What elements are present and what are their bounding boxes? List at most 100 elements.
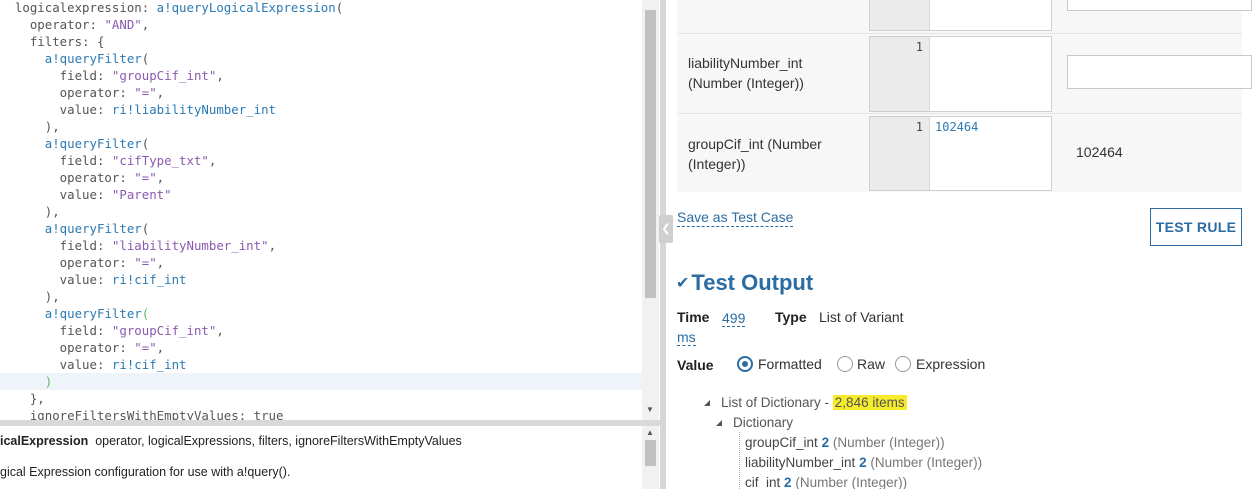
code-line[interactable]: operator: "=", xyxy=(0,169,642,186)
radio-expression[interactable] xyxy=(895,356,911,372)
code-token: field: xyxy=(0,68,112,83)
code-token: a!queryFilter xyxy=(44,306,142,321)
code-token: , xyxy=(156,85,165,100)
value-field-partial[interactable] xyxy=(1067,0,1252,11)
code-line[interactable]: ), xyxy=(0,203,642,220)
evaluated-value: 102464 xyxy=(1076,144,1123,160)
code-line[interactable]: value: "Parent" xyxy=(0,186,642,203)
doc-scrollbar-thumb[interactable] xyxy=(645,440,656,466)
tree-child-label[interactable]: Dictionary xyxy=(733,415,793,430)
test-output-header[interactable]: ✔Test Output xyxy=(676,270,813,296)
code-line[interactable]: ) xyxy=(0,373,642,390)
tree-field-name: liabilityNumber_int xyxy=(745,455,856,470)
time-unit[interactable]: ms xyxy=(677,328,696,347)
radio-formatted-label[interactable]: Formatted xyxy=(758,356,822,372)
code-line[interactable]: logicalexpression: a!queryLogicalExpress… xyxy=(0,0,642,16)
code-line[interactable]: operator: "AND", xyxy=(0,16,642,33)
code-token: "AND" xyxy=(104,17,142,32)
code-line[interactable]: ), xyxy=(0,288,642,305)
chevron-down-icon[interactable]: ✔ xyxy=(676,273,689,293)
scroll-up-icon[interactable]: ▲ xyxy=(646,428,654,437)
code-token: , xyxy=(156,255,165,270)
expression-box[interactable]: 1 xyxy=(869,36,1052,112)
code-line[interactable]: operator: "=", xyxy=(0,254,642,271)
editor-scrollbar-thumb[interactable] xyxy=(645,10,656,298)
code-line[interactable]: field: "groupCif_int", xyxy=(0,67,642,84)
tree-field-item: groupCif_int 2 (Number (Integer)) xyxy=(745,435,945,450)
code-token: ignoreFiltersWithEmptyValues: true xyxy=(0,408,284,420)
code-token: filters: { xyxy=(0,34,105,49)
function-documentation: icalExpression operator, logicalExpressi… xyxy=(0,426,642,489)
type-value: List of Variant xyxy=(819,309,904,325)
code-line[interactable]: a!queryFilter( xyxy=(0,305,642,322)
code-line[interactable]: value: ri!cif_int xyxy=(0,271,642,288)
tree-collapse-icon[interactable] xyxy=(716,420,722,426)
function-signature: icalExpression operator, logicalExpressi… xyxy=(0,434,462,448)
code-token: , xyxy=(208,153,217,168)
code-line[interactable]: value: ri!cif_int xyxy=(0,356,642,373)
value-label: Value xyxy=(677,357,714,373)
code-token: operator: xyxy=(0,85,135,100)
code-token: operator: xyxy=(0,17,105,32)
code-line[interactable]: filters: { xyxy=(0,33,642,50)
tree-root[interactable]: List of Dictionary - 2,846 items xyxy=(721,395,907,410)
scroll-down-icon[interactable]: ▼ xyxy=(646,405,654,414)
doc-scrollbar[interactable]: ▲ xyxy=(642,426,659,489)
line-number: 1 xyxy=(915,40,923,54)
time-label: Time xyxy=(677,309,710,325)
editor-scrollbar[interactable]: ▼ xyxy=(642,0,659,420)
expression-box-partial[interactable] xyxy=(869,0,1052,31)
code-token: logicalexpression: xyxy=(0,0,157,15)
code-token: }, xyxy=(0,391,45,406)
radio-formatted[interactable] xyxy=(737,356,753,372)
code-token: ( xyxy=(141,136,150,151)
tree-guide-line xyxy=(739,432,740,489)
code-token: , xyxy=(268,238,277,253)
time-value[interactable]: 499 xyxy=(722,309,746,328)
code-line[interactable]: field: "cifType_txt", xyxy=(0,152,642,169)
code-line[interactable]: field: "groupCif_int", xyxy=(0,322,642,339)
code-line[interactable]: value: ri!liabilityNumber_int xyxy=(0,101,642,118)
time-unit-text[interactable]: ms xyxy=(677,329,696,346)
radio-expression-label[interactable]: Expression xyxy=(916,356,985,372)
code-line[interactable]: operator: "=", xyxy=(0,84,642,101)
line-gutter: 1 xyxy=(870,37,930,111)
time-value-number[interactable]: 499 xyxy=(722,310,746,327)
code-token: "=" xyxy=(134,340,157,355)
radio-raw-label[interactable]: Raw xyxy=(857,356,885,372)
save-test-case-link[interactable]: Save as Test Case xyxy=(677,208,794,227)
code-token: a!queryFilter xyxy=(44,221,142,236)
test-output-title: Test Output xyxy=(691,270,814,295)
expression-code: 102464 xyxy=(935,120,979,134)
code-token: value: xyxy=(0,102,112,117)
code-line[interactable]: ignoreFiltersWithEmptyValues: true xyxy=(0,407,642,420)
function-description: gical Expression configuration for use w… xyxy=(0,465,291,479)
code-token: operator: xyxy=(0,255,135,270)
tree-field-value: 2 xyxy=(821,435,830,450)
code-token: , xyxy=(141,17,150,32)
tree-collapse-icon[interactable] xyxy=(704,400,710,406)
code-token: value: xyxy=(0,272,112,287)
code-line[interactable]: operator: "=", xyxy=(0,339,642,356)
code-token: operator: xyxy=(0,340,135,355)
radio-raw[interactable] xyxy=(837,356,853,372)
test-rule-button[interactable]: TEST RULE xyxy=(1150,208,1242,246)
code-line[interactable]: a!queryFilter( xyxy=(0,50,642,67)
tree-field-item: cif_int 2 (Number (Integer)) xyxy=(745,475,907,489)
code-line[interactable]: a!queryFilter( xyxy=(0,220,642,237)
code-line[interactable]: field: "liabilityNumber_int", xyxy=(0,237,642,254)
code-token: a!queryFilter xyxy=(44,51,142,66)
code-line[interactable]: }, xyxy=(0,390,642,407)
expression-editor[interactable]: logicalexpression: a!queryLogicalExpress… xyxy=(0,0,642,420)
type-label: Type xyxy=(775,309,807,325)
code-line[interactable]: a!queryFilter( xyxy=(0,135,642,152)
code-token: ri!liabilityNumber_int xyxy=(111,102,277,117)
code-token: "=" xyxy=(134,85,157,100)
code-line[interactable]: ), xyxy=(0,118,642,135)
code-token: field: xyxy=(0,323,112,338)
expression-box[interactable]: 1 102464 xyxy=(869,116,1052,191)
code-token: ) xyxy=(44,374,53,389)
value-input[interactable] xyxy=(1067,55,1252,89)
